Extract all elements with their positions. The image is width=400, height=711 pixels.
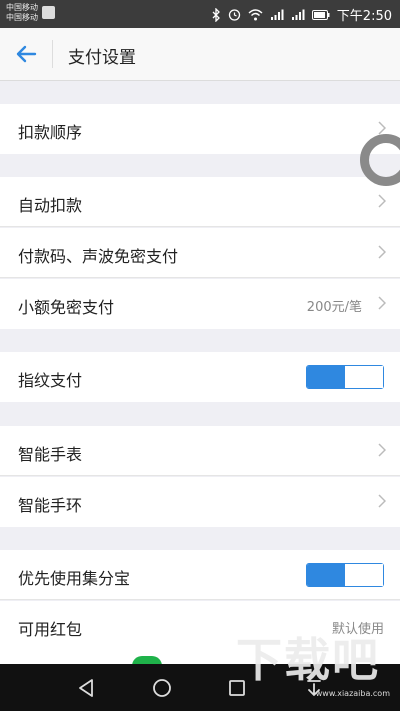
signal-icon (270, 9, 284, 20)
nav-home-button[interactable] (148, 674, 176, 702)
notification-icon (42, 6, 55, 19)
row-label: 小额免密支付 (18, 298, 115, 317)
row-deduction-order[interactable]: 扣款顺序 (0, 104, 400, 154)
row-label: 扣款顺序 (18, 123, 83, 142)
row-label: 优先使用集分宝 (18, 569, 131, 588)
toggle-on-segment (307, 366, 345, 388)
bluetooth-icon (212, 7, 220, 22)
back-button[interactable] (10, 38, 42, 70)
chevron-right-icon (378, 245, 386, 259)
row-value: 200元/笔 (306, 300, 362, 315)
carrier-line-2: 中国移动 (6, 13, 38, 22)
row-label: 自动扣款 (18, 196, 83, 215)
row-label: 智能手环 (18, 496, 83, 515)
arrow-left-icon (16, 45, 37, 63)
status-bar: 中国移动 中国移动 下午2:50 (0, 0, 400, 28)
row-label: 智能手表 (18, 445, 83, 464)
home-circle-icon (153, 679, 171, 697)
wifi-icon (248, 8, 263, 20)
row-small-amount[interactable]: 小额免密支付 200元/笔 (0, 279, 400, 329)
carrier-line-1: 中国移动 (6, 3, 38, 12)
row-jifenbao: 优先使用集分宝 (0, 550, 400, 600)
chevron-right-icon (378, 296, 386, 310)
toggle-off-segment (345, 366, 383, 388)
row-fingerprint: 指纹支付 (0, 352, 400, 402)
row-auto-deduct[interactable]: 自动扣款 (0, 177, 400, 227)
header-divider (52, 40, 53, 68)
page-title: 支付设置 (68, 48, 136, 68)
row-label: 付款码、声波免密支付 (18, 247, 179, 266)
chevron-right-icon (378, 443, 386, 457)
clock: 下午2:50 (336, 9, 392, 24)
row-paycode-soundwave[interactable]: 付款码、声波免密支付 (0, 228, 400, 278)
chevron-right-icon (378, 121, 386, 135)
chevron-right-icon (378, 494, 386, 508)
row-smart-watch[interactable]: 智能手表 (0, 426, 400, 476)
back-triangle-icon (79, 679, 93, 697)
alarm-icon (228, 9, 240, 21)
app-header: 支付设置 (0, 28, 400, 81)
carrier-info: 中国移动 中国移动 (6, 3, 38, 23)
signal-icon (291, 9, 305, 20)
row-label: 可用红包 (18, 620, 83, 639)
toggle-on-segment (307, 564, 345, 586)
fingerprint-toggle[interactable] (306, 365, 384, 389)
watermark-url: www.xiazaiba.com (315, 689, 390, 698)
battery-icon (311, 9, 330, 20)
row-label: 指纹支付 (18, 371, 83, 390)
toggle-off-segment (345, 564, 383, 586)
jifenbao-toggle[interactable] (306, 563, 384, 587)
row-smart-band[interactable]: 智能手环 (0, 477, 400, 527)
watermark-text: 下载吧 (236, 633, 380, 687)
watermark: 下载吧 www.xiazaiba.com (228, 614, 396, 704)
chevron-right-icon (378, 194, 386, 208)
nav-back-button[interactable] (72, 674, 100, 702)
